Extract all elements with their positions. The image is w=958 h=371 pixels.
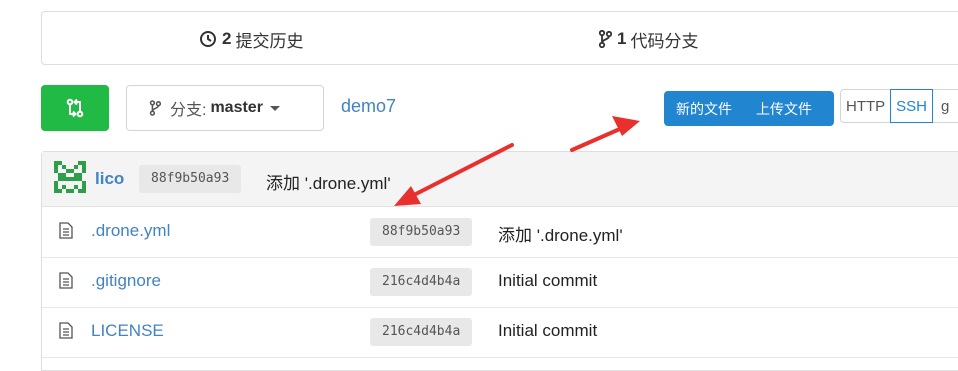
file-actions-group: 新的文件 上传文件 xyxy=(664,91,834,126)
history-icon xyxy=(200,31,216,47)
clone-url-group: HTTP SSH xyxy=(840,89,958,123)
annotation-arrow-icon xyxy=(570,116,640,152)
file-commit-sha[interactable]: 216c4d4b4a xyxy=(370,318,473,346)
file-row: .drone.yml 88f9b50a93 添加 '.drone.yml' xyxy=(42,207,958,258)
commits-label: 提交历史 xyxy=(235,31,304,51)
repo-name-link[interactable]: demo7 xyxy=(341,96,396,117)
file-commit-message: Initial commit xyxy=(498,321,598,340)
repo-stats-bar: 2 提交历史 1 代码分支 xyxy=(41,11,958,65)
file-commit-sha[interactable]: 216c4d4b4a xyxy=(370,268,473,296)
branches-stat-link[interactable]: 1 代码分支 xyxy=(598,12,698,66)
branch-icon xyxy=(149,100,161,116)
commits-count: 2 xyxy=(222,29,232,48)
commit-message: 添加 '.drone.yml' xyxy=(266,174,391,193)
branches-count: 1 xyxy=(617,29,627,48)
commit-sha-badge[interactable]: 88f9b50a93 xyxy=(139,165,242,193)
commits-stat-link[interactable]: 2 提交历史 xyxy=(199,12,303,66)
file-list-table: lico 88f9b50a93 添加 '.drone.yml' .drone.y… xyxy=(41,151,958,371)
file-icon xyxy=(59,272,73,289)
clone-url-input[interactable] xyxy=(933,90,958,122)
file-commit-message: Initial commit xyxy=(498,271,598,290)
commit-author-link[interactable]: lico xyxy=(95,169,124,189)
new-file-button[interactable]: 新的文件 xyxy=(676,99,732,119)
file-name-link[interactable]: .gitignore xyxy=(91,271,161,291)
clone-http-button[interactable]: HTTP xyxy=(841,90,890,122)
chevron-down-icon xyxy=(269,105,280,111)
file-row: LICENSE 216c4d4b4a Initial commit xyxy=(42,307,958,358)
file-commit-message: 添加 '.drone.yml' xyxy=(498,226,623,245)
file-row: .gitignore 216c4d4b4a Initial commit xyxy=(42,257,958,308)
clone-ssh-button[interactable]: SSH xyxy=(890,89,934,123)
avatar xyxy=(54,161,86,193)
file-icon xyxy=(59,322,73,339)
upload-file-button[interactable]: 上传文件 xyxy=(756,99,812,119)
compare-icon xyxy=(66,98,84,118)
branch-icon xyxy=(598,29,612,49)
latest-commit-row: lico 88f9b50a93 添加 '.drone.yml' xyxy=(42,152,958,207)
branch-value: master xyxy=(210,99,263,116)
branch-label: 分支: xyxy=(170,102,207,119)
file-name-link[interactable]: .drone.yml xyxy=(91,221,170,241)
file-commit-sha[interactable]: 88f9b50a93 xyxy=(370,218,473,246)
branch-selector[interactable]: 分支: master xyxy=(126,85,324,131)
compare-button[interactable] xyxy=(41,85,109,131)
file-icon xyxy=(59,222,73,239)
file-name-link[interactable]: LICENSE xyxy=(91,321,164,341)
branches-label: 代码分支 xyxy=(630,31,699,51)
